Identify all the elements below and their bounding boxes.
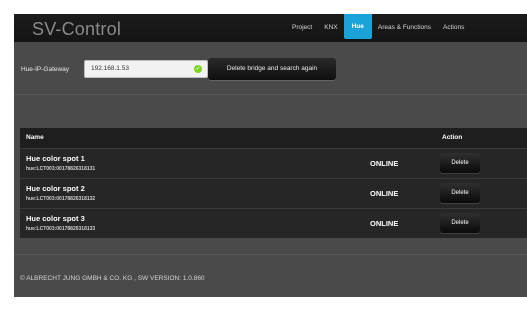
device-id: hue:LCT003:00178826318132	[26, 196, 96, 202]
top-bar: SV-Control Project KNX Hue Areas & Funct…	[14, 14, 527, 42]
nav-areas-functions[interactable]: Areas & Functions	[372, 14, 437, 42]
device-id: hue:LCT003:00178826318131	[26, 166, 96, 172]
gateway-row: Hue-IP-Gateway 192.168.1.53 ✓ Delete bri…	[14, 52, 527, 88]
footer-copyright: © ALBRECHT JUNG GMBH & CO. KG , SW VERSI…	[20, 275, 205, 282]
table-row: Hue color spot 1 hue:LCT003:001788263181…	[20, 148, 527, 178]
table-row: Hue color spot 3 hue:LCT003:001788263181…	[20, 208, 527, 238]
delete-bridge-button[interactable]: Delete bridge and search again	[208, 58, 336, 80]
device-id: hue:LCT003:00178826318133	[26, 226, 96, 232]
main-nav: Project KNX Hue Areas & Functions Action…	[286, 14, 470, 42]
delete-button[interactable]: Delete	[440, 213, 480, 233]
divider	[14, 94, 527, 95]
nav-actions[interactable]: Actions	[437, 14, 470, 42]
app-window: SV-Control Project KNX Hue Areas & Funct…	[14, 14, 527, 297]
device-name: Hue color spot 1	[26, 154, 85, 163]
delete-button[interactable]: Delete	[440, 153, 480, 173]
delete-button[interactable]: Delete	[440, 183, 480, 203]
column-header-name: Name	[26, 134, 44, 141]
devices-table: Name Action Hue color spot 1 hue:LCT003:…	[20, 128, 527, 238]
gateway-ip-field[interactable]: 192.168.1.53	[84, 60, 208, 78]
device-name: Hue color spot 3	[26, 214, 85, 223]
table-row: Hue color spot 2 hue:LCT003:001788263181…	[20, 178, 527, 208]
gateway-label: Hue-IP-Gateway	[21, 66, 70, 73]
column-header-action: Action	[442, 134, 463, 141]
nav-project[interactable]: Project	[286, 14, 318, 42]
table-header: Name Action	[20, 128, 527, 148]
device-status: ONLINE	[370, 159, 399, 168]
divider	[14, 254, 527, 255]
screenshot-frame: SV-Control Project KNX Hue Areas & Funct…	[0, 0, 527, 310]
nav-knx[interactable]: KNX	[318, 14, 343, 42]
check-circle-icon: ✓	[194, 65, 202, 73]
device-status: ONLINE	[370, 219, 399, 228]
device-status: ONLINE	[370, 189, 399, 198]
device-name: Hue color spot 2	[26, 184, 85, 193]
nav-hue[interactable]: Hue	[343, 14, 372, 39]
app-logo: SV-Control	[32, 19, 122, 39]
